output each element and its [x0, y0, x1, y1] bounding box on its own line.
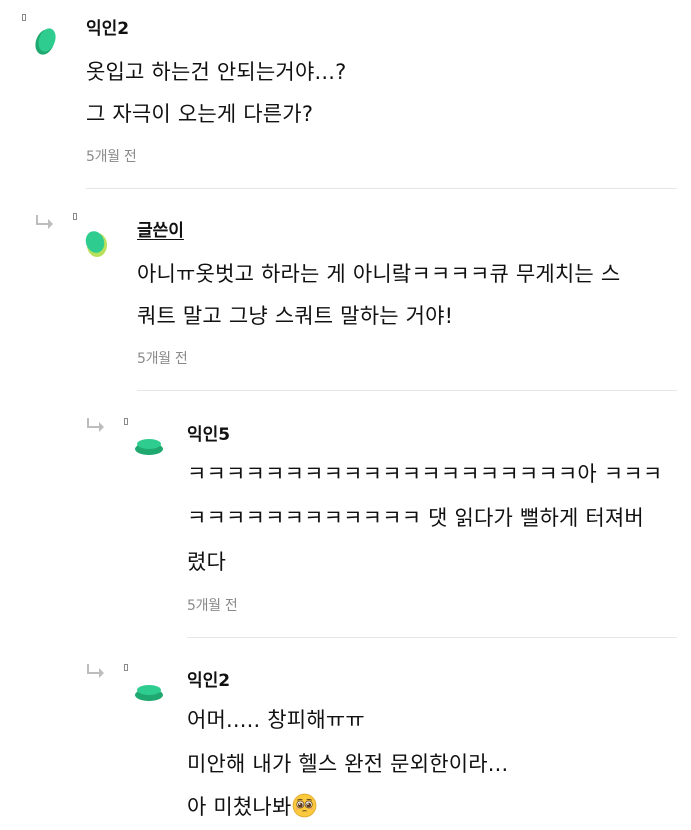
comment-timestamp: 5개월 전	[137, 351, 188, 367]
comment-text-line: 쿼트 말고 그냥 스쿼트 말하는 거야!	[137, 304, 454, 328]
comment-text-line: 옷입고 하는건 안되는거야...?	[86, 60, 347, 84]
comment-text-line-with-emoji: 아 미쳤나봐	[187, 791, 317, 821]
comment-author[interactable]: 익인2	[86, 14, 129, 39]
divider	[137, 390, 677, 391]
checkbox-icon[interactable]	[124, 418, 128, 425]
comment-text-line: 렸다	[187, 550, 227, 574]
comment-timestamp: 5개월 전	[86, 149, 137, 165]
divider	[187, 637, 677, 638]
reply-arrow-icon	[87, 664, 105, 678]
comment-text-line: 미안해 내가 헬스 완전 문외한이라...	[187, 752, 509, 776]
comment-text: 아 미쳤나봐	[187, 795, 292, 819]
avatar	[84, 227, 112, 259]
avatar	[134, 436, 163, 468]
comment-text-line: 아니ㅠ옷벗고 하라는 게 아니랔ㅋㅋㅋㅋ큐 무게치는 스	[137, 262, 621, 286]
comment-text-line: ㅋㅋㅋㅋㅋㅋㅋㅋㅋㅋㅋㅋㅋㅋㅋㅋㅋㅋㅋㅋ아 ㅋㅋㅋ	[187, 462, 663, 486]
comment-author[interactable]: 글쓴이	[137, 216, 184, 241]
pleading-face-emoji-icon	[293, 793, 317, 818]
comment-2: 글쓴이 아니ㅠ옷벗고 하라는 게 아니랔ㅋㅋㅋㅋ큐 무게치는 스 쿼트 말고 그…	[0, 190, 691, 390]
avatar	[134, 682, 163, 714]
avatar	[33, 26, 61, 58]
comment-3: 익인5 ㅋㅋㅋㅋㅋㅋㅋㅋㅋㅋㅋㅋㅋㅋㅋㅋㅋㅋㅋㅋ아 ㅋㅋㅋ ㅋㅋㅋㅋㅋㅋㅋㅋㅋㅋ…	[0, 392, 691, 636]
comment-1: 익인2 옷입고 하는건 안되는거야...? 그 자극이 오는게 다른가? 5개월…	[0, 0, 691, 190]
comment-author[interactable]: 익인5	[187, 420, 230, 445]
checkbox-icon[interactable]	[73, 213, 77, 220]
comment-4: 익인2 어머..... 창피해ㅠㅠ 미안해 내가 헬스 완전 문외한이라... …	[0, 640, 691, 830]
comment-text-line: 그 자극이 오는게 다른가?	[86, 102, 314, 126]
comment-text-line: 어머..... 창피해ㅠㅠ	[187, 708, 365, 732]
reply-arrow-icon	[36, 215, 54, 229]
checkbox-icon[interactable]	[124, 664, 128, 671]
reply-arrow-icon	[87, 418, 105, 432]
divider	[86, 188, 677, 189]
comment-text-line: ㅋㅋㅋㅋㅋㅋㅋㅋㅋㅋㅋㅋ 댓 읽다가 뻘하게 터져버	[187, 506, 644, 530]
checkbox-icon[interactable]	[22, 14, 26, 21]
comment-author[interactable]: 익인2	[187, 666, 230, 691]
comment-timestamp: 5개월 전	[187, 598, 238, 614]
